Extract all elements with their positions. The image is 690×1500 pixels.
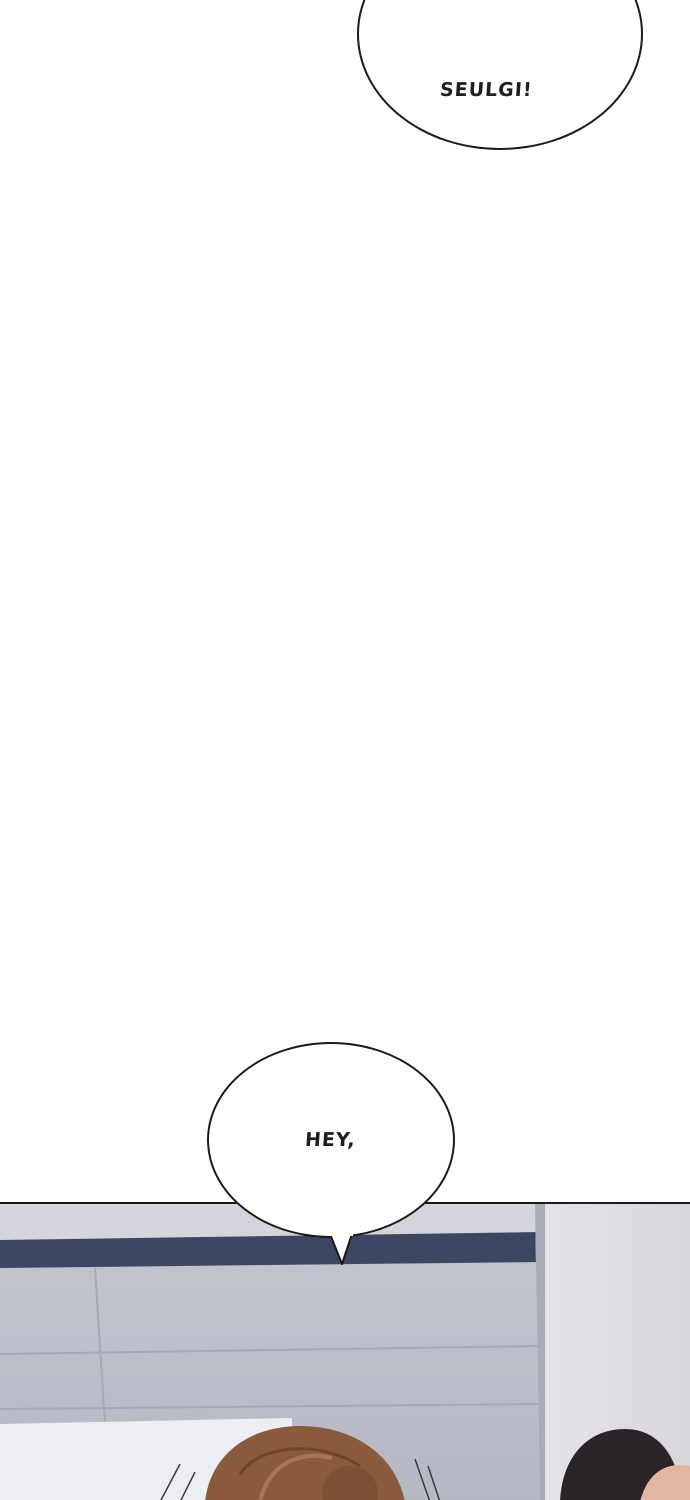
speech-bubble-text: HEY, [303,1129,357,1151]
speech-bubble-text: SEULGI! [438,79,534,101]
speech-bubble-top: SEULGI! [357,0,643,150]
comic-page: SEULGI! HEY, [0,0,690,1500]
speech-bubble-tail [329,1230,353,1265]
speech-bubble-bottom: HEY, [207,1042,455,1238]
